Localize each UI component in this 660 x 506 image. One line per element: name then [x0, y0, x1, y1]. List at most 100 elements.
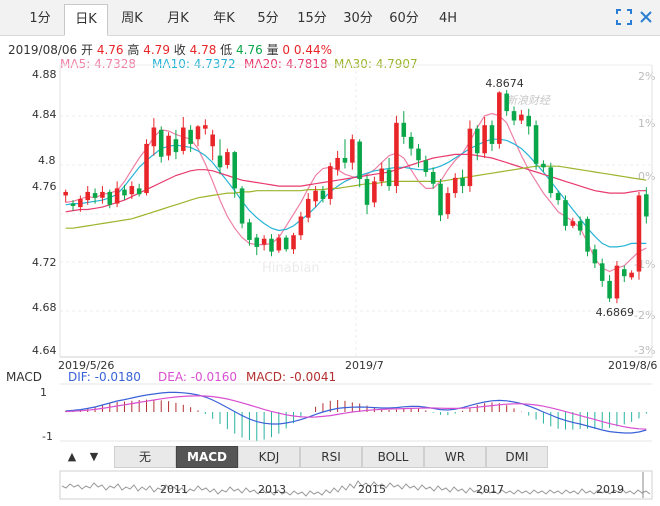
candle-body — [452, 177, 458, 194]
candle — [247, 218, 252, 246]
indicator-dmi[interactable]: DMI — [486, 446, 548, 468]
candle — [519, 109, 524, 125]
candle-body — [283, 237, 289, 250]
macd-value-label: MACD: — [246, 370, 287, 384]
dea-line — [65, 395, 647, 430]
tab-daily-k[interactable]: 日K — [64, 4, 108, 36]
close-icon[interactable] — [638, 9, 654, 25]
candle — [100, 186, 105, 204]
fullscreen-icon[interactable] — [616, 9, 632, 25]
candle — [394, 115, 399, 194]
price-annotation: 4.8674 — [485, 77, 524, 90]
ma20-value: 4.7818 — [285, 57, 328, 71]
timeline-scroller[interactable]: 2011 2013 2015 2017 2019 — [59, 470, 653, 500]
indicator-rsi[interactable]: RSI — [300, 446, 362, 468]
low-label: 低 — [220, 43, 233, 57]
candle-body — [63, 191, 68, 196]
indicator-none[interactable]: 无 — [114, 446, 176, 468]
candle-body — [188, 129, 193, 144]
candle-body — [497, 92, 502, 144]
candle-body — [467, 128, 473, 187]
candle — [217, 139, 223, 175]
ma30-value: 4.7907 — [375, 57, 418, 71]
timeline-sparkline — [61, 480, 651, 497]
timeline-year: 2013 — [258, 483, 286, 496]
x-tick-label: 2019/7 — [345, 359, 384, 372]
candle-body — [401, 122, 407, 137]
candle — [555, 190, 561, 205]
candle-body — [335, 157, 340, 170]
candlestick-chart[interactable]: 新浪财经 Hinabian 4.8674 4.6869 1 -1 2011 201… — [0, 0, 660, 506]
candle-body — [438, 183, 443, 216]
candle — [63, 189, 68, 203]
candle-body — [533, 125, 539, 164]
scroll-up-button[interactable]: ▲ — [62, 446, 82, 468]
candle — [408, 132, 414, 156]
candle-body — [430, 172, 436, 184]
timeline-year: 2017 — [476, 483, 504, 496]
macd-legend: MACD: -0.0041 — [246, 370, 336, 384]
candles — [63, 90, 649, 304]
candle-body — [577, 221, 583, 231]
candle-body — [254, 237, 260, 247]
candle-body — [585, 218, 590, 252]
candle-body — [261, 238, 267, 245]
scroll-down-button[interactable]: ▼ — [84, 446, 104, 468]
tab-1min[interactable]: 1分 — [20, 4, 60, 36]
candle — [423, 155, 429, 177]
candle-body — [629, 272, 634, 278]
indicator-kdj[interactable]: KDJ — [238, 446, 300, 468]
candle — [239, 186, 245, 229]
candle-body — [555, 193, 561, 201]
candle-body — [386, 169, 392, 187]
candle-body — [445, 193, 451, 215]
y-tick-label: 4.76 — [32, 180, 57, 193]
macd-lines — [65, 391, 647, 434]
indicator-wr[interactable]: WR — [424, 446, 486, 468]
ma5-line — [65, 112, 647, 273]
candle-body — [526, 115, 532, 127]
tab-15min[interactable]: 15分 — [290, 4, 334, 36]
chart-grid — [59, 64, 653, 358]
candle — [342, 139, 348, 169]
y-tick-label: 4.68 — [32, 301, 57, 314]
candle — [129, 181, 135, 199]
candle — [430, 167, 436, 189]
candle-body — [599, 263, 605, 281]
tab-weekly-k[interactable]: 周K — [110, 4, 154, 36]
candle-body — [78, 198, 83, 208]
indicator-boll[interactable]: BOLL — [362, 446, 424, 468]
candle — [92, 188, 98, 204]
tab-60min[interactable]: 60分 — [382, 4, 426, 36]
candle — [379, 162, 385, 187]
macd-title: MACD — [6, 370, 42, 384]
candle — [232, 150, 238, 198]
tab-30min[interactable]: 30分 — [336, 4, 380, 36]
ma30-legend: MA30: 4.7907 — [334, 57, 418, 71]
candle — [585, 216, 590, 257]
candle-body — [394, 122, 399, 187]
tab-5min[interactable]: 5分 — [248, 4, 288, 36]
candle-body — [151, 127, 157, 147]
tab-yearly-k[interactable]: 年K — [202, 4, 246, 36]
candle-body — [298, 216, 304, 236]
indicator-macd[interactable]: MACD — [176, 446, 238, 468]
candle-body — [225, 152, 230, 165]
candle-body — [548, 167, 554, 194]
candle-body — [416, 148, 421, 161]
candle-body — [357, 141, 362, 180]
candle-body — [423, 160, 429, 173]
candle — [599, 258, 605, 287]
tab-4h[interactable]: 4H — [428, 4, 468, 36]
dea-value: -0.0160 — [190, 370, 238, 384]
candle-body — [460, 177, 465, 187]
macd-info: MACD — [6, 370, 42, 384]
candle-body — [320, 190, 326, 199]
tab-monthly-k[interactable]: 月K — [156, 4, 200, 36]
macd-panel: 1 -1 — [40, 383, 652, 443]
ma10-legend: MA10: 4.7372 — [152, 57, 236, 71]
close-label: 收 — [173, 43, 186, 57]
candle — [122, 184, 127, 201]
ma10-label: MA10: — [152, 57, 190, 71]
dif-legend: DIF: -0.0180 — [68, 370, 141, 384]
